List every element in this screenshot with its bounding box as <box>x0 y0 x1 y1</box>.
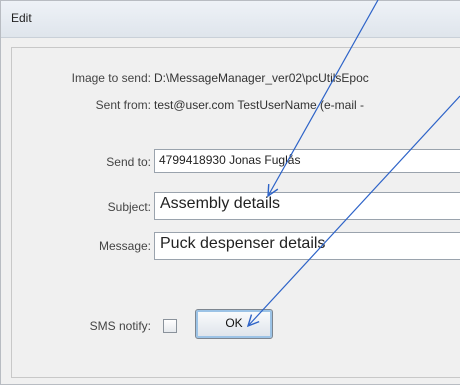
arrow-to-ok-button <box>247 95 460 327</box>
arrow-group <box>246 0 460 328</box>
arrow-to-subject-head <box>267 183 279 198</box>
arrow-to-subject <box>267 0 379 197</box>
annotation-arrows <box>246 0 460 328</box>
